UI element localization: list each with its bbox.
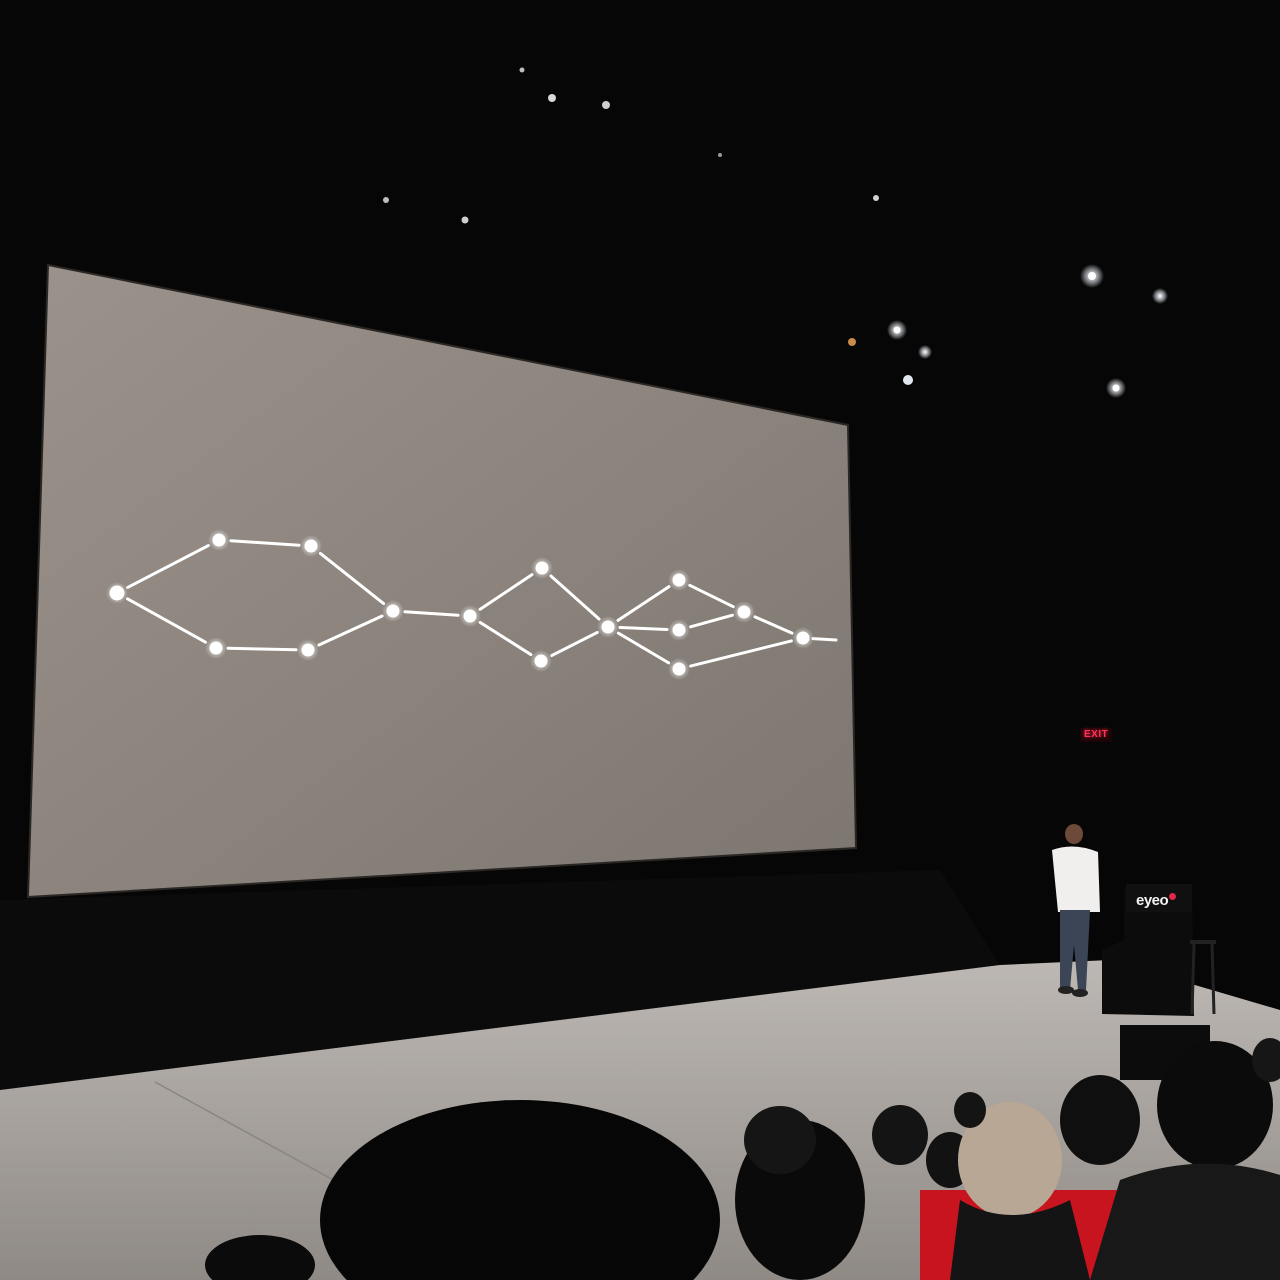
speaker-shoe [1058,986,1074,994]
slide-edge [618,626,669,631]
audience-head [872,1105,928,1165]
slide-node [212,533,226,547]
slide-node [672,662,686,676]
spotlight [918,345,932,359]
slide-node [672,623,686,637]
slide-edge [811,637,838,642]
speaker-shoe [1072,989,1088,997]
audience-head [954,1092,986,1128]
slide-node [601,620,615,634]
speaker-shirt [1052,846,1100,912]
slide-node [535,561,549,575]
spotlight [903,375,913,385]
spotlight-core [1112,384,1120,392]
auditorium-scene [0,0,1280,1280]
slide-node [109,585,125,601]
slide-node [534,654,548,668]
spotlight [519,67,525,73]
spotlight [873,195,879,201]
slide-edge [226,646,298,652]
speaker-head [1065,824,1083,844]
spotlight-core [893,326,901,334]
logo-dot-icon [1169,893,1177,900]
slide-node [304,539,318,553]
podium-logo: eyeo [1136,892,1177,909]
slide-node [737,605,751,619]
spotlight [461,216,469,224]
audience-head [744,1106,816,1174]
spotlight-core [1088,272,1096,280]
spotlight [1152,288,1168,304]
slide-node [386,604,400,618]
slide-node [672,573,686,587]
slide-node [796,631,810,645]
slide-node [301,643,315,657]
spotlight [383,197,389,203]
exit-sign: EXIT [1084,729,1109,740]
spotlight [718,153,722,157]
slide-node [209,641,223,655]
podium-logo-text: eyeo [1136,892,1169,909]
spotlight [602,101,610,109]
audience-head [1060,1075,1140,1165]
spotlight [848,338,856,346]
slide-node [463,609,477,623]
spotlight [548,94,556,102]
